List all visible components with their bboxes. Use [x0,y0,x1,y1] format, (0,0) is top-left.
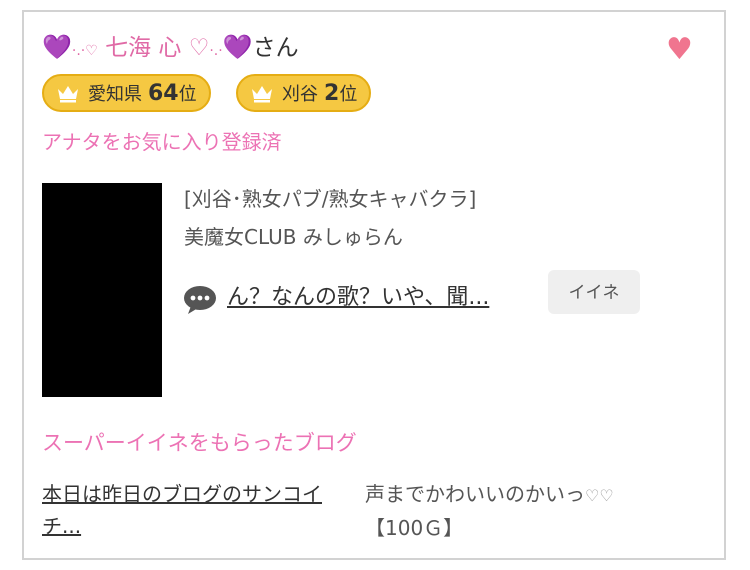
name-deco-right: ·.· [209,43,223,59]
badge-unit: 位 [339,84,358,105]
super-iine-title: スーパーイイネをもらったブログ [42,431,357,455]
badge-unit: 位 [178,84,197,105]
heart-icon[interactable]: ♥ [666,34,693,66]
badge-area: 刈谷 [282,84,318,105]
blog-comment-hearts: ♡♡ [585,486,614,505]
cast-name: 💜·.·♡ 七海 心 ♡·.·💜さん [42,32,299,66]
purple-heart-icon: 💜 [222,33,253,61]
favorite-status: アナタをお気に入り登録済 [42,130,282,154]
badge-rank: 2 [324,80,340,106]
name-suffix: さん [252,35,299,61]
shop-name: 美魔女CLUB みしゅらん [184,225,403,249]
blog-link[interactable]: 本日は昨日のブログのサンコイチ... [42,478,360,542]
iine-button[interactable]: イイネ [548,270,640,314]
cast-photo[interactable] [42,183,162,397]
rank-badge-area: 刈谷 2 位 [236,74,372,112]
shop-category: [刈谷･熟女パブ/熟女キャバクラ] [184,187,477,211]
rank-badge-prefecture: 愛知県 64 位 [42,74,211,112]
name-text: 七海 心 ♡ [97,35,210,61]
crown-icon [58,86,78,103]
name-deco-left: ·.·♡ [71,43,98,59]
comment-link[interactable]: ん？なんの歌？いや、聞... [227,281,489,315]
blog-comment-text: 声までかわいいのかいっ [365,482,585,506]
blog-points: 【100Ｇ】 [365,516,464,540]
purple-heart-icon: 💜 [42,33,72,61]
crown-icon [252,86,272,103]
badge-rank: 64 [148,80,179,106]
speech-bubble-icon [184,286,216,314]
badge-area: 愛知県 [88,84,142,105]
blog-comment: 声までかわいいのかいっ♡♡ 【100Ｇ】 [365,478,685,544]
